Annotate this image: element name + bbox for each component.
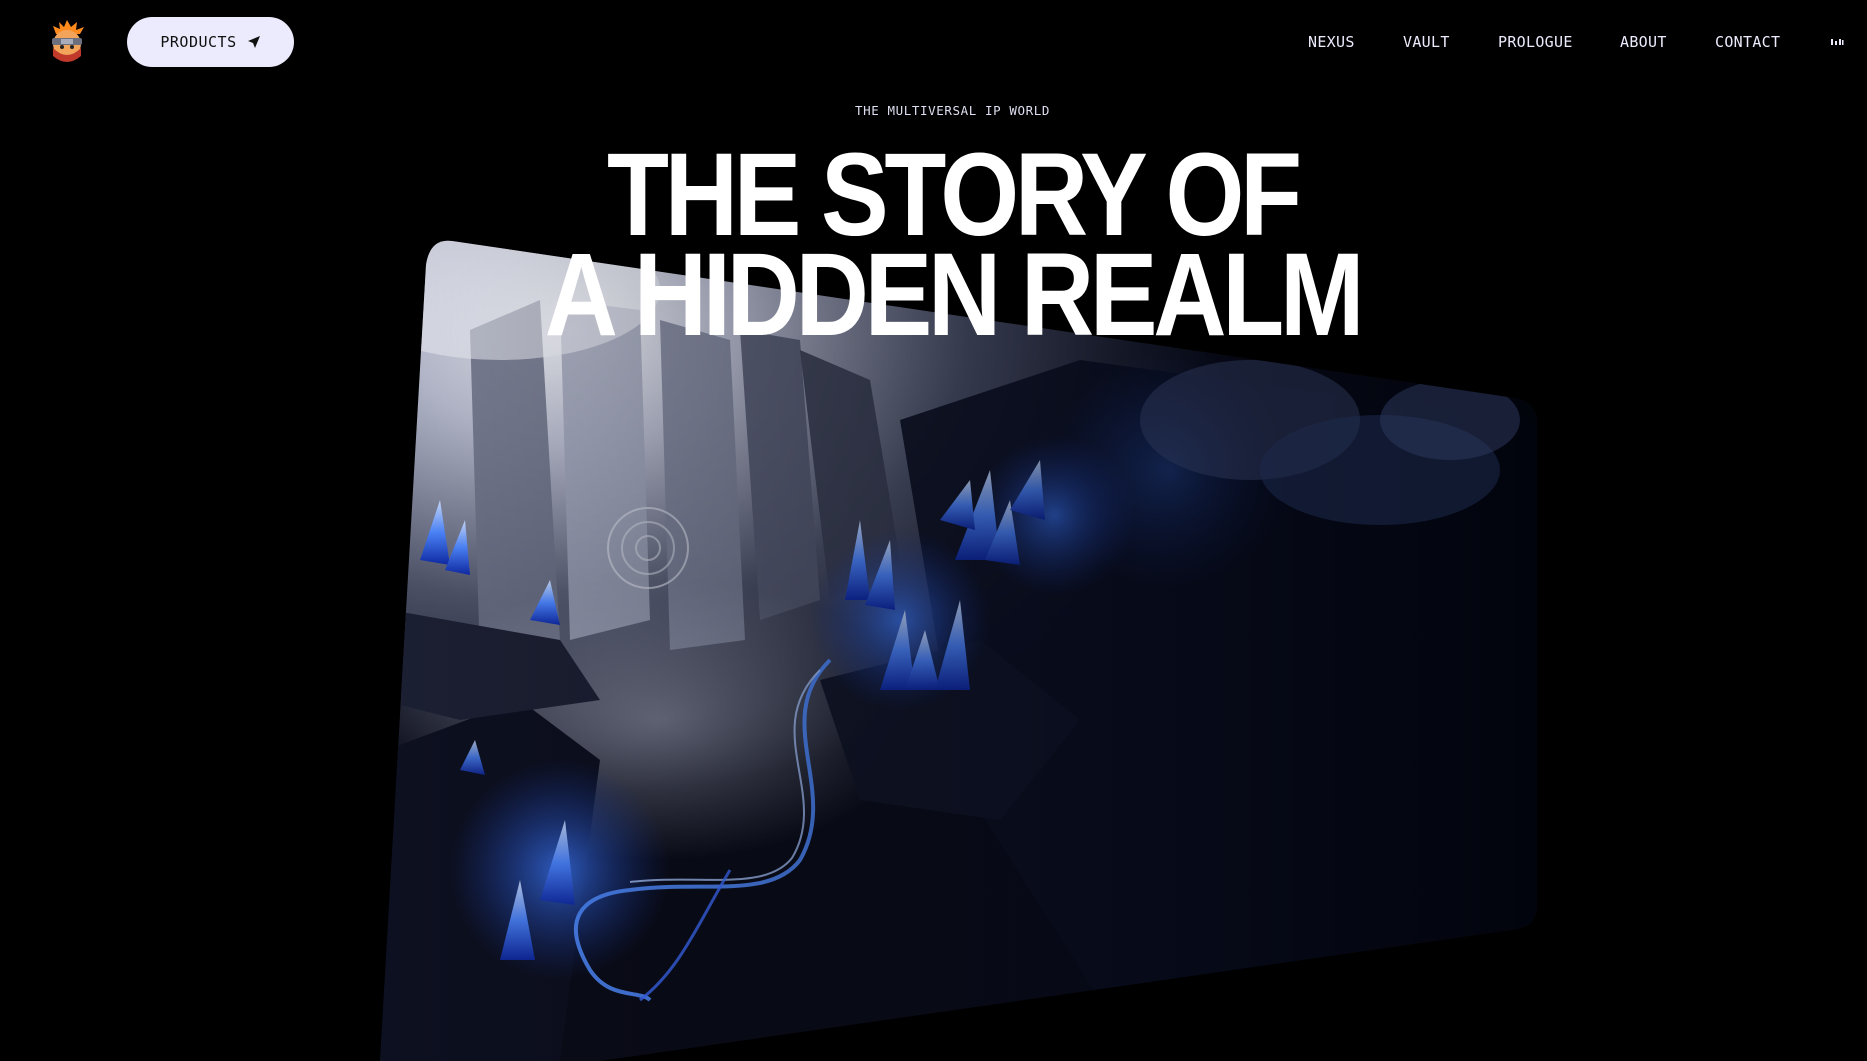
logo[interactable] (44, 18, 90, 66)
hero-eyebrow: THE MULTIVERSAL IP WORLD (854, 103, 1050, 118)
ninja-mascot-icon (52, 20, 84, 62)
nav-about[interactable]: ABOUT (1620, 33, 1667, 51)
sound-bars-icon[interactable] (1830, 37, 1844, 47)
products-button[interactable]: PRODUCTS (127, 17, 294, 67)
hero-page: PRODUCTS NEXUS VAULT PROLOGUE ABOUT CONT… (0, 0, 1867, 1061)
hero-title-line-2: A HIDDEN REALM (544, 229, 1365, 361)
nav-vault[interactable]: VAULT (1403, 33, 1450, 51)
products-label: PRODUCTS (160, 33, 237, 51)
nav-nexus[interactable]: NEXUS (1308, 33, 1355, 51)
nav-prologue[interactable]: PROLOGUE (1498, 33, 1573, 51)
send-arrow-icon (247, 36, 260, 48)
nav-contact[interactable]: CONTACT (1715, 33, 1780, 51)
